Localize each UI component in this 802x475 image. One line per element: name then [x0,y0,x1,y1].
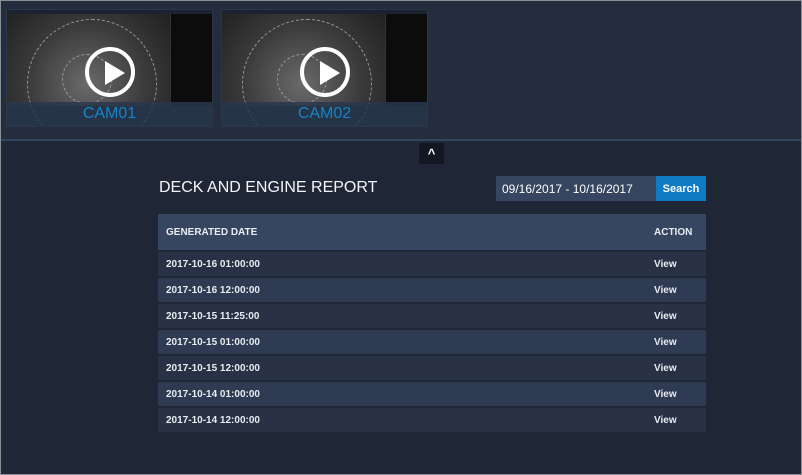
camera-thumbnail-cam02[interactable]: CAM02 [221,9,428,127]
search-button[interactable]: Search [656,176,706,201]
camera-thumbnail-cam01[interactable]: CAM01 [6,9,213,127]
radar-panel [170,14,212,106]
view-link[interactable]: View [646,408,706,432]
report-table: GENERATED DATE ACTION 2017-10-16 01:00:0… [158,212,706,434]
generated-date: 2017-10-15 01:00:00 [158,330,646,354]
generated-date: 2017-10-14 01:00:00 [158,382,646,406]
camera-label: CAM02 [222,102,427,126]
view-link[interactable]: View [646,278,706,302]
generated-date: 2017-10-14 12:00:00 [158,408,646,432]
generated-date: 2017-10-15 12:00:00 [158,356,646,380]
table-row: 2017-10-15 12:00:00 View [158,356,706,380]
table-row: 2017-10-16 12:00:00 View [158,278,706,302]
camera-strip: CAM01 CAM02 [1,1,801,141]
column-header-generated-date: GENERATED DATE [158,214,646,250]
radar-panel [385,14,427,106]
column-header-action: ACTION [646,214,706,250]
generated-date: 2017-10-16 12:00:00 [158,278,646,302]
table-row: 2017-10-14 12:00:00 View [158,408,706,432]
table-row: 2017-10-16 01:00:00 View [158,252,706,276]
table-row: 2017-10-15 01:00:00 View [158,330,706,354]
table-row: 2017-10-15 11:25:00 View [158,304,706,328]
table-row: 2017-10-14 01:00:00 View [158,382,706,406]
play-icon[interactable] [85,47,135,97]
view-link[interactable]: View [646,252,706,276]
play-icon[interactable] [300,47,350,97]
camera-label: CAM01 [7,102,212,126]
generated-date: 2017-10-16 01:00:00 [158,252,646,276]
view-link[interactable]: View [646,382,706,406]
collapse-button[interactable]: ^ [419,143,444,164]
date-range-input[interactable] [496,176,656,201]
view-link[interactable]: View [646,330,706,354]
view-link[interactable]: View [646,356,706,380]
chevron-up-icon: ^ [427,146,436,161]
view-link[interactable]: View [646,304,706,328]
generated-date: 2017-10-15 11:25:00 [158,304,646,328]
page-title: DECK AND ENGINE REPORT [159,179,378,196]
